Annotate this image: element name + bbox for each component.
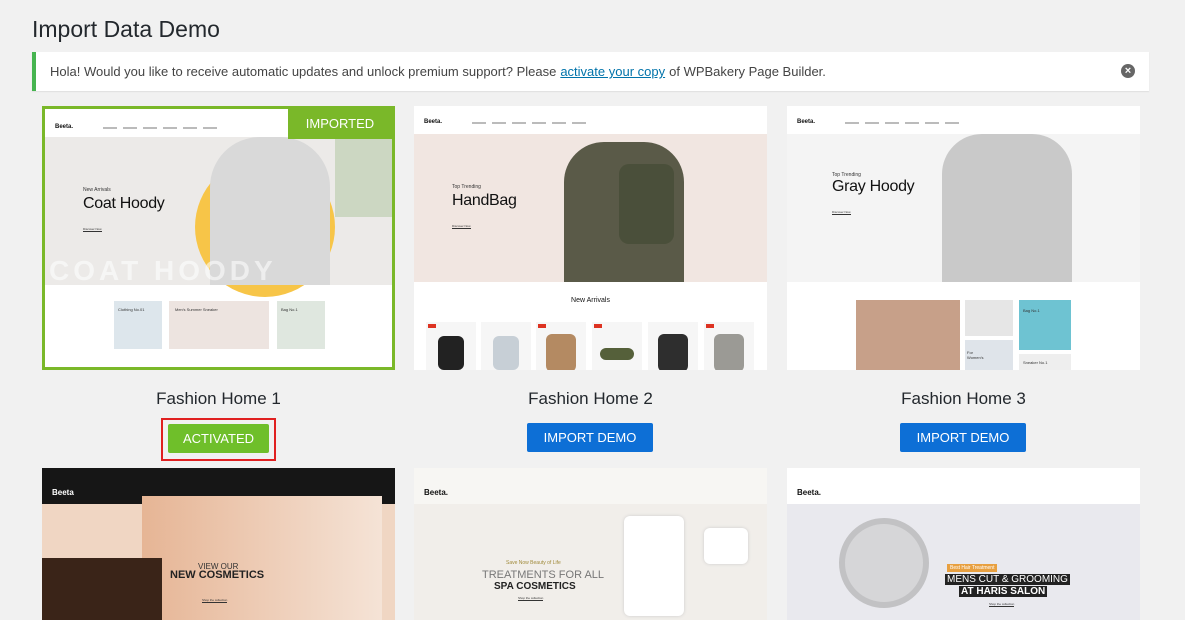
hero-subtitle: Save Now Beauty of Life <box>506 560 561 566</box>
close-icon[interactable]: × <box>1121 64 1135 78</box>
product-tile <box>426 322 476 370</box>
hero-link: Discover Now <box>83 227 102 232</box>
demo-thumbnail[interactable]: Beeta VIEW OUR NEW COSMETICS Shop the co… <box>42 468 395 620</box>
promo-tile: Bag No.1 <box>277 301 325 349</box>
hero-subtitle: Top Trending <box>452 184 481 190</box>
demo-card-cosmetics: Beeta VIEW OUR NEW COSMETICS Shop the co… <box>42 468 395 620</box>
hero-link: Discover Now <box>832 210 851 215</box>
hero-model-image <box>942 134 1072 282</box>
demo-card-fashion-home-2: Beeta. Top Trending HandBag Discover Now… <box>414 106 767 461</box>
demo-thumbnail[interactable]: Beeta. Save Now Beauty of Life TREATMENT… <box>414 468 767 620</box>
demo-title: Fashion Home 1 <box>156 389 281 408</box>
hero-title: NEW COSMETICS <box>170 569 265 581</box>
hero-banner: Top Trending HandBag Discover Now <box>414 134 767 282</box>
promo-tile: Bag No.1 <box>1019 300 1071 350</box>
notice-text-end: of WPBakery Page Builder. <box>669 64 826 79</box>
promo-tile: Sneaker No.1 <box>1019 354 1071 370</box>
demo-thumbnail[interactable]: Beeta. Top Trending HandBag Discover Now… <box>414 106 767 370</box>
activated-button[interactable]: ACTIVATED <box>168 424 269 453</box>
hero-title: Gray Hoody <box>832 178 915 195</box>
hero-products-image <box>42 558 162 620</box>
promo-tile <box>856 300 960 370</box>
hero-link: Shop the collection <box>202 598 228 603</box>
hero-link: Shop the collection <box>518 596 544 601</box>
hero-product-image <box>624 516 684 616</box>
promo-tile <box>965 300 1013 336</box>
activated-highlight: ACTIVATED <box>161 418 276 461</box>
hero-title: AT HARIS SALON <box>959 586 1048 597</box>
hero-line: MENS CUT & GROOMING <box>945 574 1070 585</box>
demo-card-fashion-home-3: Beeta. Top Trending Gray Hoody Discover … <box>787 106 1140 461</box>
demo-card-salon: Beeta. Best Hair Treatment MENS CUT & GR… <box>787 468 1140 620</box>
demo-thumbnail[interactable]: Beeta. Top Trending Gray Hoody Discover … <box>787 106 1140 370</box>
site-logo: Beeta. <box>797 119 816 125</box>
hero-banner: Top Trending Gray Hoody Discover Now <box>787 134 1140 282</box>
site-logo: Beeta. <box>55 124 74 130</box>
hero-product-image <box>839 518 929 608</box>
demo-thumbnail[interactable]: Beeta. Best Hair Treatment MENS CUT & GR… <box>787 468 1140 620</box>
promo-tile: Clothing No.01 <box>114 301 162 349</box>
hero-product-image <box>704 528 748 564</box>
demo-thumbnail[interactable]: Beeta. New Arrivals Coat Hoody Discover … <box>42 106 395 370</box>
hero-title: SPA COSMETICS <box>494 581 576 592</box>
hero-banner <box>142 496 382 620</box>
imported-badge: IMPORTED <box>288 109 392 139</box>
demo-title: Fashion Home 3 <box>901 389 1026 408</box>
site-nav <box>103 127 253 130</box>
hero-subtitle: New Arrivals <box>83 187 111 193</box>
site-logo: Beeta <box>52 488 74 497</box>
hero-subtitle: Best Hair Treatment <box>947 564 998 572</box>
notice-text: Hola! Would you like to receive automati… <box>50 64 557 79</box>
hero-line: TREATMENTS FOR ALL <box>482 569 605 581</box>
hero-leaves-image <box>335 137 392 217</box>
page-title: Import Data Demo <box>32 16 220 42</box>
update-notice: Hola! Would you like to receive automati… <box>32 52 1149 91</box>
section-title: New Arrivals <box>571 297 610 304</box>
activate-copy-link[interactable]: activate your copy <box>560 64 665 79</box>
product-tile <box>536 322 586 370</box>
hero-banner: New Arrivals Coat Hoody Discover Now COA… <box>45 137 392 297</box>
demo-card-spa: Beeta. Save Now Beauty of Life TREATMENT… <box>414 468 767 620</box>
hero-link: Shop the collection <box>989 602 1015 607</box>
product-tile <box>592 322 642 370</box>
site-logo: Beeta. <box>424 488 449 497</box>
hero-link: Discover Now <box>452 224 471 229</box>
hero-title: HandBag <box>452 192 517 209</box>
hero-title: Coat Hoody <box>83 195 165 212</box>
product-tile <box>648 322 698 370</box>
import-demo-button[interactable]: IMPORT DEMO <box>527 423 653 452</box>
hero-bg-text: COAT HOODY <box>49 255 277 286</box>
demo-title: Fashion Home 2 <box>528 389 653 408</box>
site-logo: Beeta. <box>424 119 443 125</box>
site-nav <box>472 122 622 125</box>
demo-card-fashion-home-1: Beeta. New Arrivals Coat Hoody Discover … <box>42 106 395 461</box>
product-tile <box>704 322 754 370</box>
hero-backpack-image <box>619 164 674 244</box>
site-nav <box>845 122 995 125</box>
product-tile <box>481 322 531 370</box>
site-logo: Beeta. <box>797 488 822 497</box>
import-demo-button[interactable]: IMPORT DEMO <box>900 423 1026 452</box>
promo-tile: Men's Summer Sneaker <box>169 301 269 349</box>
